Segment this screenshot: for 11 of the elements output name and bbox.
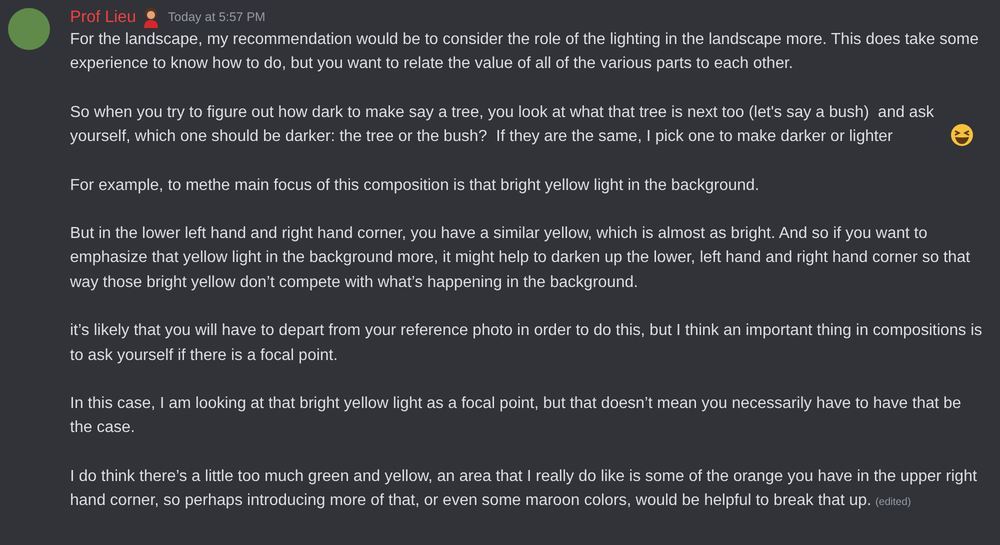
avatar-placeholder[interactable] (8, 8, 50, 50)
laughing-face-icon (950, 123, 974, 148)
message-text: So when you try to figure out how dark to make say a tree, you look at what that tree is next too (let's say a bush) and ask yourself, which one should be darker: the tree or the bush? If they are the same, I pick one to make darker or lighter (70, 102, 935, 148)
message-text: For example, to methe main focus of this composition is that bright yellow light in the background. (70, 176, 760, 194)
message-text: it’s likely that you will have to depart from your reference photo in order to do this, but I think an important thing in compositions is to ask yourself if there is a focal point. (70, 322, 984, 364)
message-text: But in the lower left hand and right hand corner, you have a similar yellow, which is almost as bright. And so if you want to emphasize that yellow light in the background more, it might help to darken up the lower, left hand and right hand corner so that way those bright yellow don’t compete with what’s happening in the background. (70, 225, 972, 291)
message-text: I do think there’s a little too much green and yellow, an area that I really do like is some of the orange you have in the upper right hand corner, so perhaps introducing more of that, or even some maroon colors, would be helpful to break that up. (edited) (70, 468, 978, 510)
message-text: For the landscape, my recommendation would be to consider the role of the lighting in the landscape more. This does take some experience to know how to do, but you want to relate the value of all of the various parts to each other. (70, 31, 980, 72)
message-text: In this case, I am looking at that bright yellow light as a focal point, but that doesn’t mean you necessarily have to have that be the case. (70, 395, 962, 436)
timestamp: Today at 5:57 PM (168, 10, 266, 24)
author-name[interactable]: Prof Lieu (70, 8, 136, 26)
